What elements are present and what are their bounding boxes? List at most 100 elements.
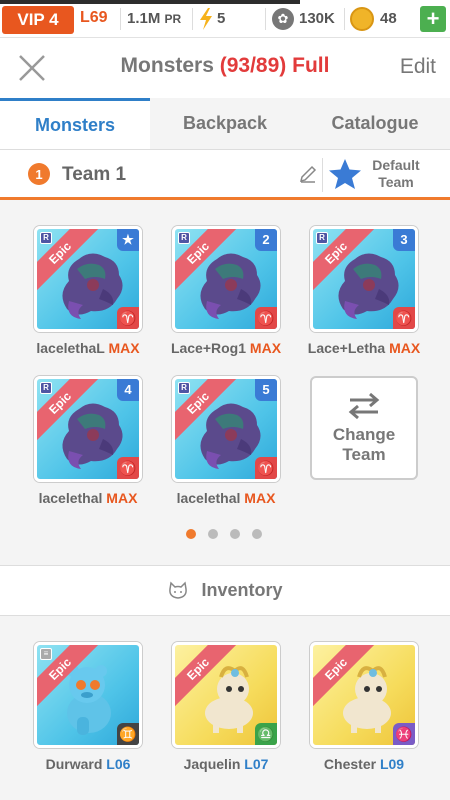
monster-card[interactable]: Epic R ★ ♈	[34, 226, 142, 332]
slot-badge: ★	[117, 229, 139, 251]
divider	[344, 8, 345, 30]
tab-monsters[interactable]: Monsters	[0, 98, 150, 149]
zodiac-icon: ♎	[255, 723, 277, 745]
monster-card[interactable]: Epic R 5 ♈	[172, 376, 280, 482]
add-coins-button[interactable]: +	[420, 6, 446, 32]
monster-level: L07	[244, 756, 269, 772]
page-header: Monsters (93/89) Full Edit	[0, 38, 450, 98]
monster-level: L06	[106, 756, 131, 772]
monster-count: (93/89) Full	[219, 54, 330, 77]
slot-badge: 4	[117, 379, 139, 401]
r-badge-icon: R	[178, 232, 190, 244]
tab-bar: Monsters Backpack Catalogue	[0, 98, 450, 150]
monster-label: lacelethal MAX	[18, 490, 158, 506]
status-bar: VIP 4 L69 1.1M PR 5 ✿ 130K 48 +	[0, 0, 450, 38]
zodiac-icon: ♓	[393, 723, 415, 745]
team-name: Team 1	[62, 164, 127, 185]
zodiac-icon: ♈	[255, 307, 277, 329]
max-level: MAX	[106, 490, 138, 506]
inventory-monster-card[interactable]: Epic ♎	[172, 642, 280, 748]
paw-icon: ✿	[272, 8, 294, 30]
r-badge-icon: R	[40, 382, 52, 394]
vip-badge[interactable]: VIP 4	[2, 6, 74, 34]
coin-icon	[350, 7, 374, 31]
divider	[192, 8, 193, 30]
default-team-label-line2: Team	[378, 174, 414, 190]
star-icon[interactable]	[328, 157, 362, 191]
inventory-list: Epic ≡ ♊ Durward L06 Epic ♎ Jaquelin L07	[0, 616, 450, 800]
monster-name: lacelethaL	[36, 340, 105, 356]
max-level: MAX	[389, 340, 421, 356]
divider	[265, 8, 266, 30]
page-title: Monsters (93/89) Full	[0, 54, 450, 78]
divider	[120, 8, 121, 30]
zodiac-icon: ♈	[393, 307, 415, 329]
page-dot[interactable]	[230, 529, 240, 539]
zodiac-icon: ♈	[117, 457, 139, 479]
slot-badge: 5	[255, 379, 277, 401]
change-team-label: Change Team	[332, 425, 396, 464]
slot-badge: 2	[255, 229, 277, 251]
page-dot[interactable]	[252, 529, 262, 539]
slot-badge: 3	[393, 229, 415, 251]
power-unit: PR	[164, 12, 182, 26]
swap-icon	[348, 392, 380, 420]
monster-name: Chester	[323, 756, 377, 772]
divider	[322, 158, 323, 192]
inventory-monster-label: Jaquelin L07	[156, 756, 296, 772]
team-header: 1 Team 1 Default Team	[0, 150, 450, 200]
inventory-monster-label: Durward L06	[18, 756, 158, 772]
change-team-button[interactable]: Change Team	[310, 376, 418, 480]
team-slots-area: Epic R ★ ♈ lacelethaL MAX Epic R 2 ♈ Lac…	[0, 200, 450, 566]
edit-button[interactable]: Edit	[400, 55, 436, 79]
coin-count: 48	[380, 10, 397, 27]
monster-name: Lace+Letha	[307, 340, 386, 356]
r-badge-icon: R	[40, 232, 52, 244]
zodiac-icon: ♊	[117, 723, 139, 745]
page-dot[interactable]	[186, 529, 196, 539]
max-level: MAX	[108, 340, 140, 356]
max-level: MAX	[249, 340, 282, 356]
inventory-header: Inventory	[0, 566, 450, 616]
cat-face-icon	[169, 580, 188, 599]
team-number-badge: 1	[28, 163, 50, 185]
monster-card[interactable]: Epic R 3 ♈	[310, 226, 418, 332]
inventory-label: Inventory	[201, 580, 283, 600]
title-text: Monsters	[120, 54, 214, 77]
inventory-monster-label: Chester L09	[294, 756, 434, 772]
monster-name: Lace+Rog1	[170, 340, 247, 356]
paw-currency: 130K	[299, 10, 335, 27]
monster-label: lacelethaL MAX	[18, 340, 158, 356]
max-level: MAX	[244, 490, 276, 506]
power-value: 1.1M	[127, 10, 161, 27]
zodiac-icon: ♈	[255, 457, 277, 479]
zodiac-icon: ♈	[117, 307, 139, 329]
r-badge-icon: R	[316, 232, 328, 244]
inventory-monster-card[interactable]: Epic ♓	[310, 642, 418, 748]
lightning-icon	[200, 8, 212, 30]
default-team-button[interactable]: Default Team	[366, 157, 426, 191]
monster-card[interactable]: Epic R 2 ♈	[172, 226, 280, 332]
monster-name: lacelethal	[176, 490, 241, 506]
tab-backpack[interactable]: Backpack	[150, 98, 300, 149]
monster-name: lacelethal	[38, 490, 103, 506]
document-icon: ≡	[40, 648, 52, 660]
r-badge-icon: R	[178, 382, 190, 394]
player-level: L69	[80, 9, 108, 26]
energy-count: 5	[217, 10, 226, 27]
default-team-label-line1: Default	[372, 157, 420, 173]
pencil-icon[interactable]	[298, 164, 318, 184]
monster-label: Lace+Letha MAX	[294, 340, 434, 356]
xp-progress-bar	[0, 0, 300, 4]
monster-card[interactable]: Epic R 4 ♈	[34, 376, 142, 482]
monster-label: Lace+Rog1 MAX	[156, 340, 296, 356]
monster-name: Jaquelin	[183, 756, 241, 772]
tab-catalogue[interactable]: Catalogue	[300, 98, 450, 149]
monster-label: lacelethal MAX	[156, 490, 296, 506]
power-rating: 1.1M PR	[127, 10, 181, 27]
inventory-monster-card[interactable]: Epic ≡ ♊	[34, 642, 142, 748]
page-dot[interactable]	[208, 529, 218, 539]
page-indicator	[186, 529, 262, 539]
monster-level: L09	[379, 756, 405, 772]
monster-name: Durward	[45, 756, 103, 772]
